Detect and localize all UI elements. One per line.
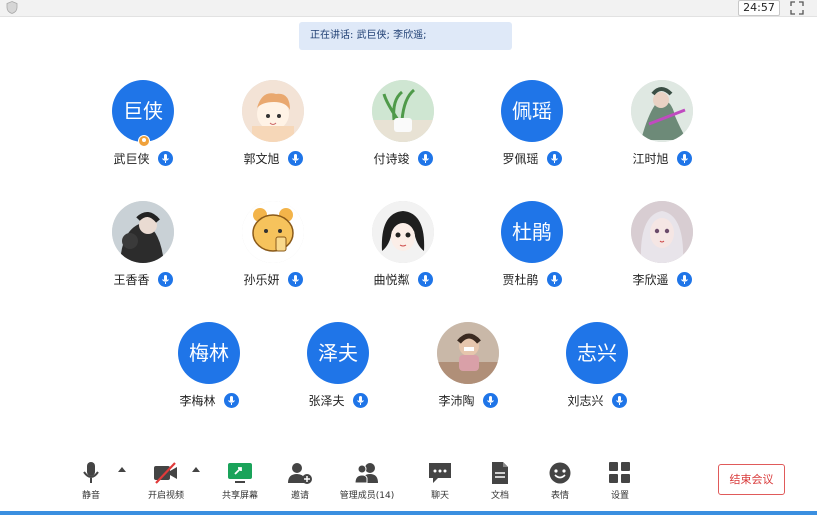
start-video-button[interactable]: 开启视频 bbox=[138, 455, 194, 507]
avatar bbox=[242, 80, 304, 142]
participant-name: 刘志兴 bbox=[567, 393, 604, 408]
participant-name: 曲悦粼 bbox=[373, 272, 410, 287]
documents-button[interactable]: 文档 bbox=[478, 455, 522, 507]
smiley-icon bbox=[547, 461, 573, 485]
avatar bbox=[437, 322, 499, 384]
participant-tile[interactable]: 江时旭 bbox=[614, 80, 710, 180]
settings-label: 设置 bbox=[610, 491, 629, 501]
microphone-icon bbox=[676, 272, 692, 287]
share-screen-label: 共享屏幕 bbox=[221, 491, 258, 501]
documents-label: 文档 bbox=[490, 491, 509, 501]
avatar: 梅林 bbox=[178, 322, 240, 384]
avatar: 志兴 bbox=[566, 322, 628, 384]
participant-tile[interactable]: 王香香 bbox=[95, 201, 191, 301]
avatar: 佩瑶 bbox=[501, 80, 563, 142]
participant-name: 罗佩瑶 bbox=[502, 151, 539, 166]
mute-button[interactable]: 静音 bbox=[68, 455, 114, 507]
avatar bbox=[112, 201, 174, 263]
manage-members-label: 管理成员(14) bbox=[339, 491, 395, 501]
avatar: 泽夫 bbox=[307, 322, 369, 384]
microphone-icon bbox=[78, 461, 104, 485]
chat-label: 聊天 bbox=[430, 491, 449, 501]
avatar bbox=[242, 201, 304, 263]
grid-settings-icon bbox=[607, 461, 633, 485]
fullscreen-icon[interactable] bbox=[790, 1, 804, 15]
participant-tile[interactable]: 付诗竣 bbox=[355, 80, 451, 180]
microphone-icon bbox=[676, 151, 692, 166]
participant-name: 李欣遥 bbox=[632, 272, 669, 287]
participant-tile[interactable]: 李沛陶 bbox=[420, 322, 516, 422]
participant-name: 孙乐妍 bbox=[243, 272, 280, 287]
mute-options-chevron-up-icon[interactable] bbox=[118, 467, 126, 472]
taskbar-edge bbox=[0, 511, 817, 515]
participant-tile[interactable]: 泽夫 张泽夫 bbox=[290, 322, 386, 422]
avatar: 巨侠 bbox=[112, 80, 174, 142]
video-options-chevron-up-icon[interactable] bbox=[192, 467, 200, 472]
avatar: 杜鹃 bbox=[501, 201, 563, 263]
meeting-toolbar: 静音 开启视频 共享屏幕 邀请 管理成员(14) 聊天 文档 表情 设置 bbox=[0, 455, 817, 515]
participant-tile[interactable]: 曲悦粼 bbox=[355, 201, 451, 301]
participant-tile[interactable]: 梅林 李梅林 bbox=[161, 322, 257, 422]
participant-name: 贾杜鹃 bbox=[502, 272, 539, 287]
participant-name: 李梅林 bbox=[179, 393, 216, 408]
participant-tile[interactable]: 巨侠 武巨侠 bbox=[95, 80, 191, 180]
avatar bbox=[631, 80, 693, 142]
invite-label: 邀请 bbox=[290, 491, 309, 501]
microphone-icon bbox=[287, 272, 303, 287]
microphone-icon bbox=[352, 393, 368, 408]
participant-tile[interactable]: 杜鹃 贾杜鹃 bbox=[484, 201, 580, 301]
avatar bbox=[631, 201, 693, 263]
participant-name: 郭文旭 bbox=[243, 151, 280, 166]
share-screen-button[interactable]: 共享屏幕 bbox=[214, 455, 266, 507]
participant-tile[interactable]: 郭文旭 bbox=[225, 80, 321, 180]
speaking-label: 正在讲话: bbox=[310, 30, 354, 41]
share-screen-icon bbox=[227, 461, 253, 485]
microphone-icon bbox=[546, 272, 562, 287]
participant-name: 武巨侠 bbox=[113, 151, 150, 166]
participant-tile[interactable]: 李欣遥 bbox=[614, 201, 710, 301]
start-video-label: 开启视频 bbox=[147, 491, 184, 501]
settings-button[interactable]: 设置 bbox=[598, 455, 642, 507]
microphone-icon bbox=[417, 272, 433, 287]
microphone-icon bbox=[157, 151, 173, 166]
add-user-icon bbox=[287, 461, 313, 485]
microphone-icon bbox=[546, 151, 562, 166]
chat-button[interactable]: 聊天 bbox=[418, 455, 462, 507]
speaking-banner: 正在讲话: 武巨侠; 李欣遥; bbox=[299, 22, 512, 50]
shield-icon bbox=[6, 1, 18, 14]
host-badge-icon bbox=[138, 135, 150, 147]
manage-members-button[interactable]: 管理成员(14) bbox=[334, 455, 400, 507]
microphone-icon bbox=[287, 151, 303, 166]
microphone-icon bbox=[417, 151, 433, 166]
avatar bbox=[372, 201, 434, 263]
microphone-icon bbox=[157, 272, 173, 287]
participant-name: 李沛陶 bbox=[438, 393, 475, 408]
microphone-icon bbox=[482, 393, 498, 408]
invite-button[interactable]: 邀请 bbox=[278, 455, 322, 507]
microphone-icon bbox=[611, 393, 627, 408]
video-off-icon bbox=[153, 461, 179, 485]
microphone-icon bbox=[223, 393, 239, 408]
participant-name: 江时旭 bbox=[632, 151, 669, 166]
participant-name: 张泽夫 bbox=[308, 393, 345, 408]
mute-label: 静音 bbox=[81, 491, 100, 501]
members-icon bbox=[354, 461, 380, 485]
speaking-names: 武巨侠; 李欣遥; bbox=[353, 30, 427, 41]
participant-tile[interactable]: 佩瑶 罗佩瑶 bbox=[484, 80, 580, 180]
meeting-timer: 24:57 bbox=[738, 0, 780, 16]
participant-tile[interactable]: 孙乐妍 bbox=[225, 201, 321, 301]
window-title-bar: 24:57 bbox=[0, 0, 817, 17]
participant-tile[interactable]: 志兴 刘志兴 bbox=[549, 322, 645, 422]
end-meeting-button[interactable]: 结束会议 bbox=[718, 464, 785, 495]
chat-icon bbox=[427, 461, 453, 485]
avatar bbox=[372, 80, 434, 142]
participant-name: 付诗竣 bbox=[373, 151, 410, 166]
participant-name: 王香香 bbox=[113, 272, 150, 287]
reactions-label: 表情 bbox=[550, 491, 569, 501]
reactions-button[interactable]: 表情 bbox=[538, 455, 582, 507]
document-icon bbox=[487, 461, 513, 485]
